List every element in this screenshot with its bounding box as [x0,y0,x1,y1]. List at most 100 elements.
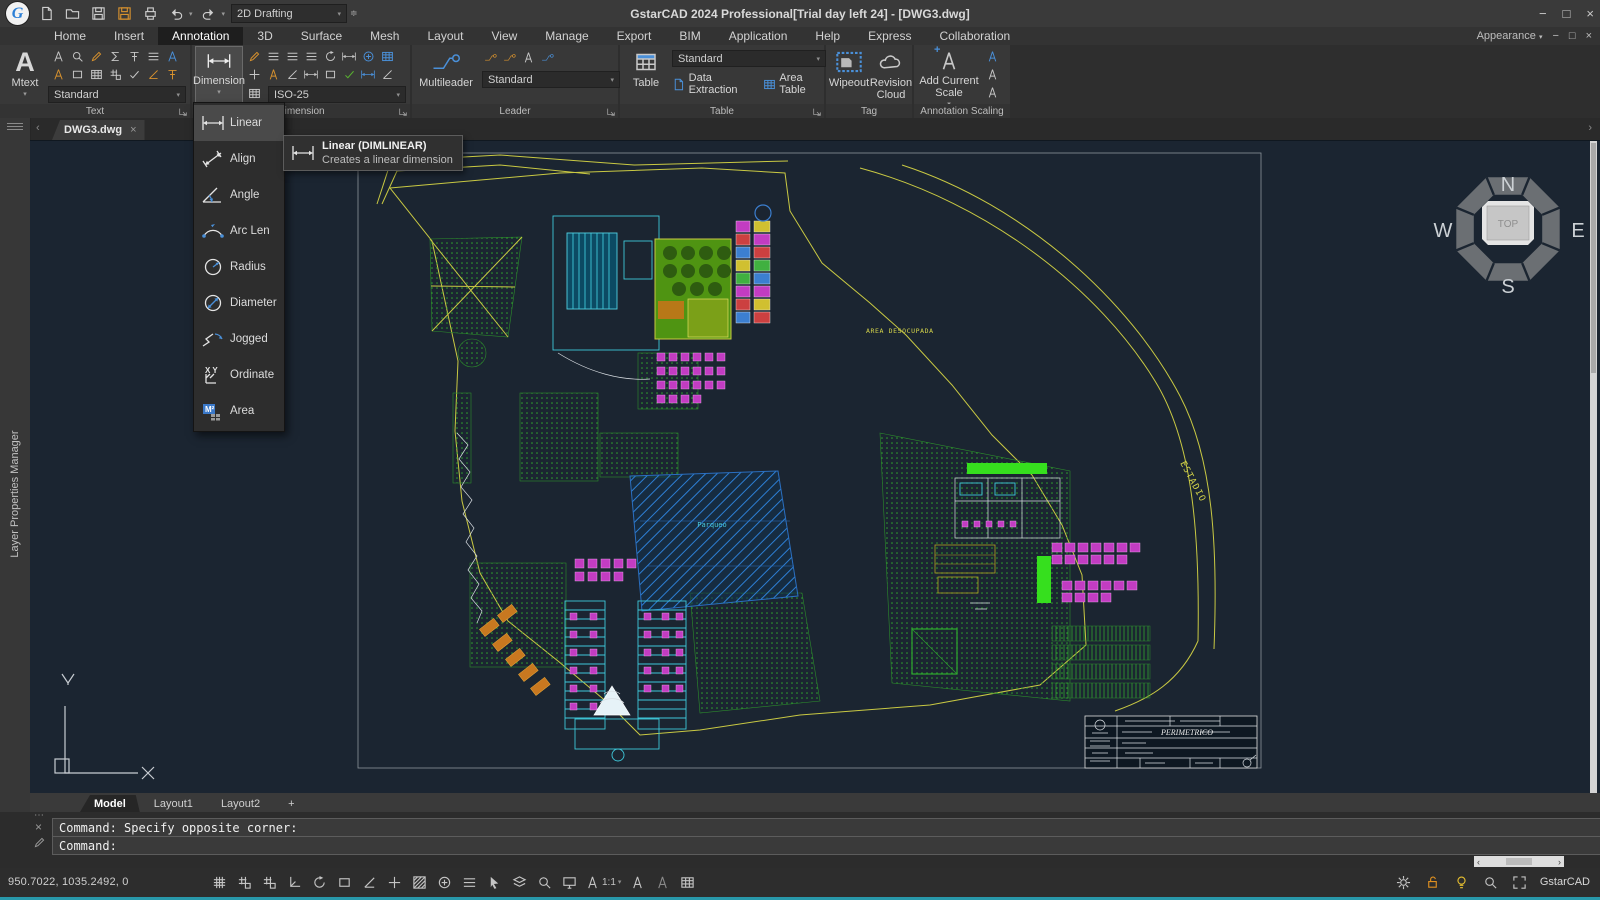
save-as-button[interactable] [114,4,134,24]
tolerance-icon[interactable] [246,67,262,82]
object-snap-tracking-icon[interactable] [360,873,378,891]
clean-screen-monitor-icon[interactable] [560,873,578,891]
palette-grip[interactable] [7,123,23,131]
add-layout-button[interactable]: + [274,795,308,812]
check-dim-icon[interactable] [341,67,357,82]
tab-3d[interactable]: 3D [243,27,286,45]
adjust-space-icon[interactable] [303,49,319,64]
grid-snap-icon[interactable] [235,873,253,891]
undo-dropdown-icon[interactable]: ▾ [189,10,193,18]
doc-minimize-button[interactable]: − [1552,30,1558,42]
inspect-dim-icon[interactable] [341,49,357,64]
quick-dim-icon[interactable] [246,49,262,64]
add-leader-icon[interactable] [482,50,498,65]
scale-text-icon[interactable] [145,49,161,64]
tab-view[interactable]: View [478,27,532,45]
text-frame-icon[interactable] [69,67,85,82]
isometric-draft-icon[interactable] [335,873,353,891]
text-align-icon[interactable] [126,49,142,64]
undo-button[interactable] [166,4,186,24]
tab-home[interactable]: Home [40,27,100,45]
app-logo-icon[interactable]: G [6,2,29,25]
paste-text-icon[interactable] [88,67,104,82]
toolbar-options-icon[interactable]: ≑ [350,8,358,19]
redo-dropdown-icon[interactable]: ▾ [222,10,226,18]
search-update-icon[interactable] [1482,873,1500,891]
new-file-button[interactable] [36,4,56,24]
text-angle-icon[interactable] [265,67,281,82]
tab-layout[interactable]: Layout [413,27,477,45]
wipeout-button[interactable]: Wipeout [828,47,870,104]
settings-gear-icon[interactable] [1395,873,1413,891]
collect-leader-icon[interactable] [539,50,555,65]
restore-button[interactable]: □ [1563,6,1571,21]
data-extraction-button[interactable]: Data Extraction [672,72,753,96]
remove-leader-icon[interactable] [501,50,517,65]
find-text-icon[interactable] [69,49,85,64]
scroll-thumb[interactable] [1506,858,1532,865]
selection-cycling-icon[interactable] [485,873,503,891]
dynamic-input-icon[interactable] [435,873,453,891]
table-style-combo[interactable]: Standard▾ [672,50,826,67]
zoom-monitor-icon[interactable] [535,873,553,891]
polar-tracking-icon[interactable] [310,873,328,891]
justify-text-icon[interactable] [145,67,161,82]
dim-style-icon[interactable] [246,86,262,101]
dim-image-icon[interactable] [379,49,395,64]
revision-cloud-button[interactable]: Revision Cloud [870,47,912,104]
tab-model[interactable]: Model [80,795,140,812]
table-dialog-launcher[interactable] [812,106,822,116]
dimension-dialog-launcher[interactable] [398,106,408,116]
menu-item-area[interactable]: M² Area [194,393,284,429]
compass-west[interactable]: W [1434,220,1453,242]
tab-manage[interactable]: Manage [531,27,602,45]
menu-item-ordinate[interactable]: X Y Ordinate [194,357,284,393]
edit-text-icon[interactable] [88,49,104,64]
compass-east[interactable]: E [1571,220,1584,242]
menu-item-radius[interactable]: Radius [194,249,284,285]
tab-layout2[interactable]: Layout2 [207,795,274,812]
object-snap-icon[interactable] [385,873,403,891]
view-cube[interactable]: TOP N W S E [1434,174,1585,298]
auto-annotation-scale-icon[interactable] [628,873,646,891]
tab-export[interactable]: Export [603,27,666,45]
sync-scale-icon[interactable] [984,49,1000,64]
appearance-dropdown[interactable]: Appearance ▾ [1477,30,1543,42]
jog-line-icon[interactable] [360,67,376,82]
change-case-icon[interactable] [126,67,142,82]
document-tab[interactable]: DWG3.dwg × [52,120,145,140]
menu-item-angle[interactable]: Angle [194,177,284,213]
unlock-ui-icon[interactable] [1424,873,1442,891]
canvas-vertical-scrollbar[interactable] [1590,141,1597,794]
workspace-selector[interactable]: 2D Drafting ▾ [231,4,347,23]
text-style-edit-icon[interactable] [50,67,66,82]
tab-bim[interactable]: BIM [665,27,714,45]
tab-layout1[interactable]: Layout1 [140,795,207,812]
minimize-button[interactable]: − [1539,6,1547,21]
text-mask-icon[interactable] [164,67,180,82]
leader-dialog-launcher[interactable] [606,106,616,116]
tab-mesh[interactable]: Mesh [356,27,413,45]
scale-list-icon[interactable] [984,67,1000,82]
menu-item-arc-len[interactable]: Arc Len [194,213,284,249]
document-tab-close-icon[interactable]: × [130,124,136,136]
dimension-split-button[interactable]: Dimension▾ [195,46,243,105]
dim-jogline-icon[interactable] [379,67,395,82]
doc-close-button[interactable]: × [1586,30,1592,42]
command-close-icon[interactable]: × [35,820,42,834]
command-input-line[interactable]: Command: [52,836,1600,855]
print-button[interactable] [140,4,160,24]
command-scrollbar[interactable]: ‹ › [1474,856,1564,867]
layer-properties-palette[interactable]: Layer Properties Manager [0,118,31,812]
annotation-visibility-icon[interactable] [653,873,671,891]
add-current-scale-button[interactable]: + Add Current Scale▾ [918,47,980,104]
multileader-button[interactable]: Multileader [416,47,476,104]
annotation-scale-control[interactable]: 1:1▾ [585,873,621,891]
open-file-button[interactable] [62,4,82,24]
scroll-left-icon[interactable]: ‹ [1477,857,1480,867]
text-dialog-launcher[interactable] [178,106,188,116]
arrows-icon[interactable] [303,67,319,82]
menu-item-diameter[interactable]: Diameter [194,285,284,321]
tab-scroll-right-icon[interactable]: › [1588,122,1592,134]
tab-express[interactable]: Express [854,27,925,45]
